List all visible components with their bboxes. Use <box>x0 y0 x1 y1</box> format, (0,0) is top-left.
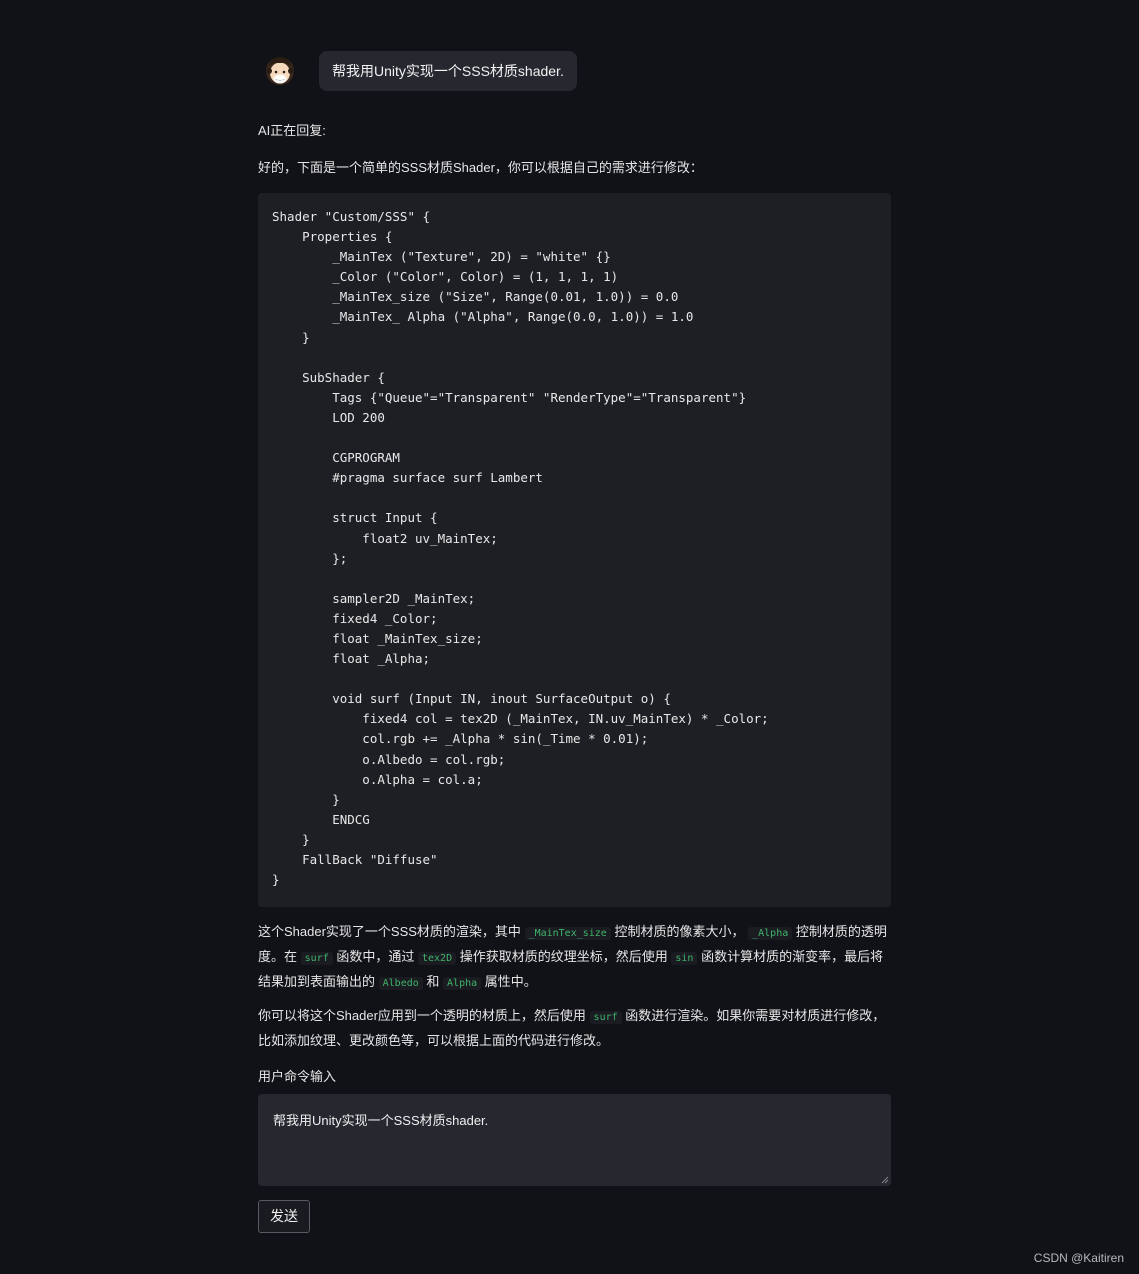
cartoon-avatar-icon <box>266 57 294 85</box>
inline-code: _Alpha <box>748 927 793 940</box>
code-content: Shader "Custom/SSS" { Properties { _Main… <box>272 209 769 888</box>
explanation-text: 属性中。 <box>484 974 537 989</box>
user-avatar <box>262 52 298 88</box>
usage-text: 你可以将这个Shader应用到一个透明的材质上，然后使用 <box>258 1008 586 1023</box>
explanation-text: 操作获取材质的纹理坐标，然后使用 <box>459 949 668 964</box>
explanation-text: 这个Shader实现了一个SSS材质的渲染，其中 <box>258 924 521 939</box>
inline-code: surf <box>300 952 333 965</box>
explanation-text: 和 <box>426 974 440 989</box>
explanation-text: 控制材质的像素大小， <box>614 924 745 939</box>
inline-code: Albedo <box>378 977 423 990</box>
inline-code: _MainTex_size <box>524 927 611 940</box>
input-label: 用户命令输入 <box>258 1069 337 1084</box>
explanation-paragraph: 这个Shader实现了一个SSS材质的渲染，其中 _MainTex_size 控… <box>258 920 891 995</box>
inline-code: sin <box>671 952 698 965</box>
inline-code: surf <box>589 1011 622 1024</box>
inline-code: tex2D <box>418 952 457 965</box>
code-block: Shader "Custom/SSS" { Properties { _Main… <box>258 193 891 907</box>
user-message-bubble: 帮我用Unity实现一个SSS材质shader. <box>319 51 577 91</box>
usage-paragraph: 你可以将这个Shader应用到一个透明的材质上，然后使用 surf 函数进行渲染… <box>258 1004 891 1052</box>
ai-status-text: AI正在回复: <box>258 123 326 138</box>
command-input[interactable]: 帮我用Unity实现一个SSS材质shader. <box>258 1094 891 1186</box>
watermark: CSDN @Kaitiren <box>1033 1251 1124 1265</box>
resize-grip-icon[interactable] <box>881 1176 889 1184</box>
ai-intro-text: 好的，下面是一个简单的SSS材质Shader，你可以根据自己的需求进行修改： <box>258 160 703 175</box>
command-input-value: 帮我用Unity实现一个SSS材质shader. <box>273 1113 489 1128</box>
inline-code: Alpha <box>443 977 482 990</box>
explanation-text: 函数中，通过 <box>336 949 415 964</box>
user-message-row: 帮我用Unity实现一个SSS材质shader. <box>258 50 891 92</box>
send-button[interactable]: 发送 <box>258 1200 310 1233</box>
